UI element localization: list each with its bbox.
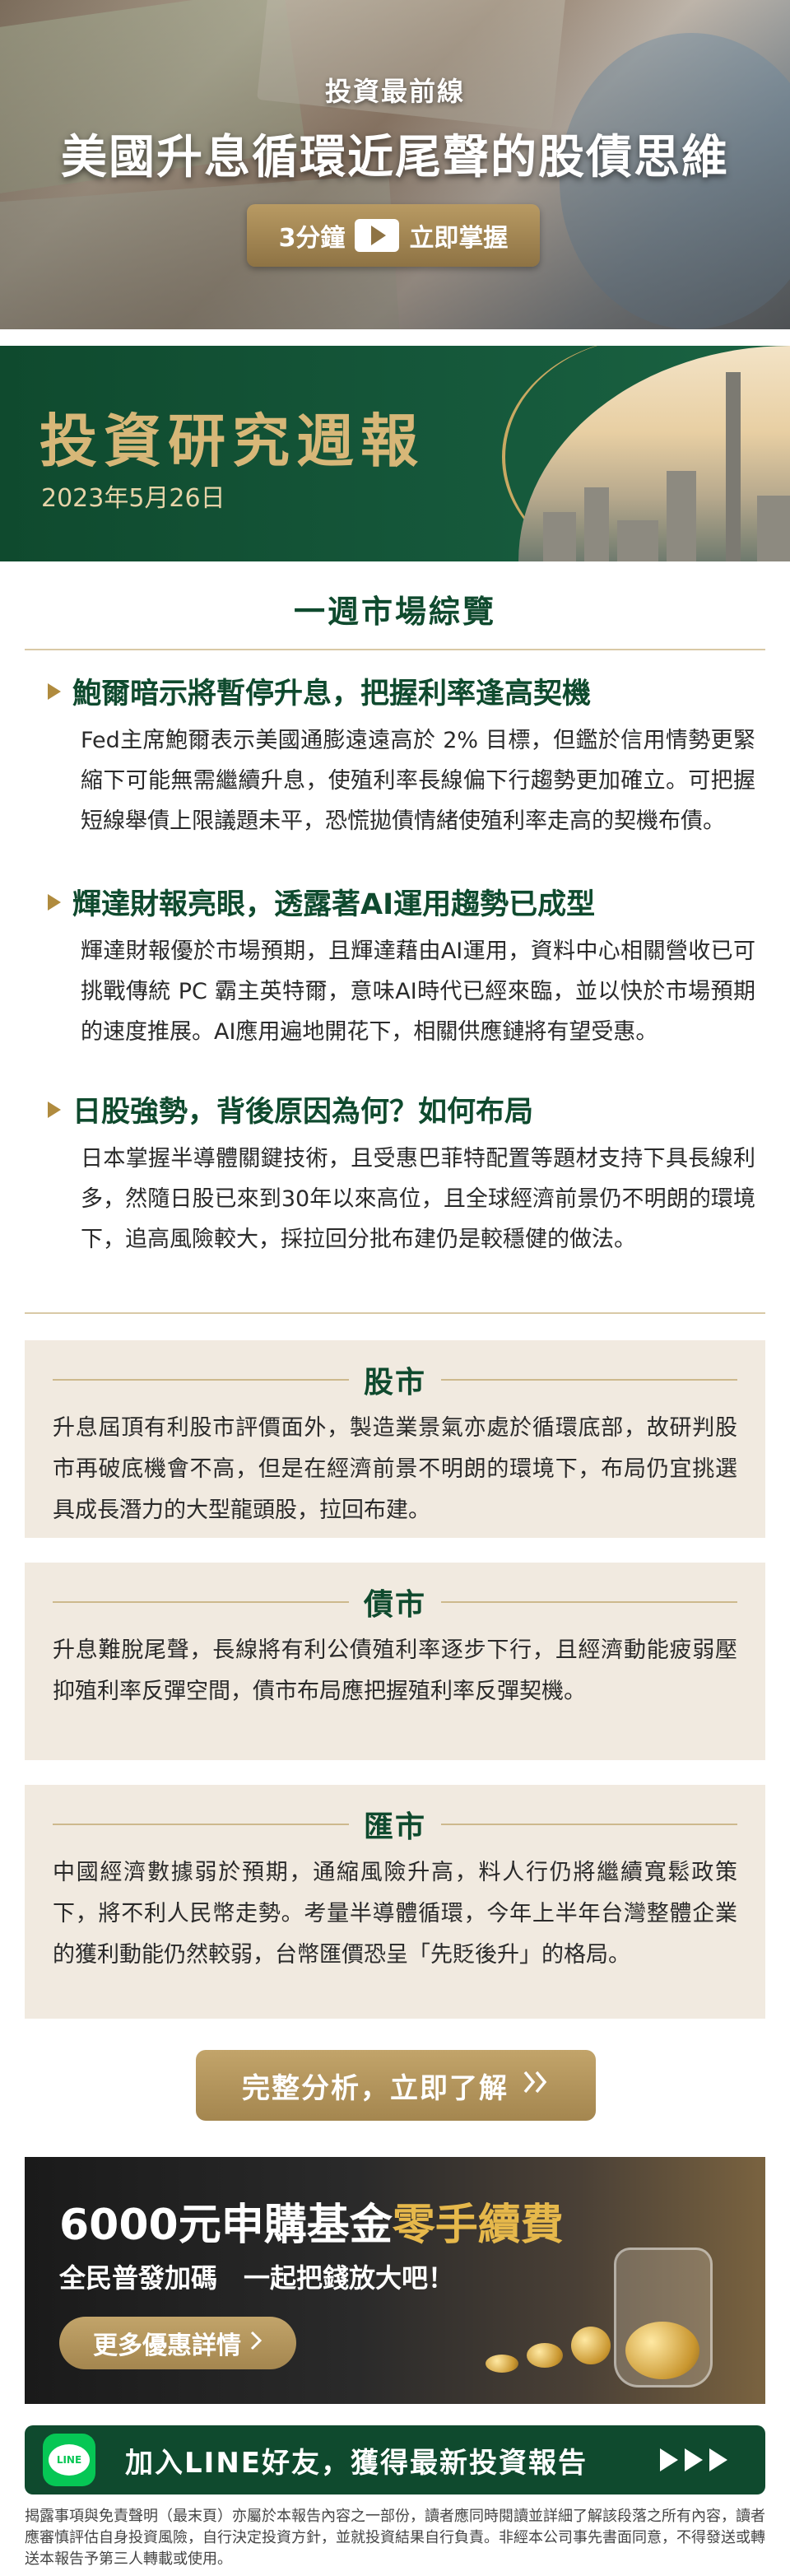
triple-arrow-icon bbox=[660, 2448, 727, 2471]
section-title: 債市 bbox=[364, 1588, 427, 1622]
more-offers-button[interactable]: 更多優惠詳情 bbox=[59, 2317, 296, 2369]
cta-prefix: 3分鐘 bbox=[278, 224, 346, 253]
topic-item: 輝達財報亮眼，透露著AI運用趨勢已成型 輝達財報優於市場預期，且輝達藉由AI運用… bbox=[48, 881, 755, 1052]
section-body: 升息屆頂有利股市評價面外，製造業景氣亦處於循環底部，故研判股市再破底機會不高，但… bbox=[53, 1415, 737, 1523]
stock-market-section: 股市 升息屆頂有利股市評價面外，製造業景氣亦處於循環底部，故研判股市再破底機會不… bbox=[25, 1340, 765, 1538]
watch-video-button[interactable]: 3分鐘 立即掌握 bbox=[247, 204, 540, 267]
line-add-friend-bar[interactable]: LINE 加入LINE好友，獲得最新投資報告 bbox=[25, 2425, 765, 2494]
double-chevron-right-icon bbox=[522, 2069, 550, 2102]
coin-stack-decoration bbox=[527, 2343, 563, 2368]
coin-stack-decoration bbox=[571, 2327, 611, 2364]
topic-item: 日股強勢，背後原因為何？如何布局 日本掌握半導體關鍵技術，且受惠巴菲特配置等題材… bbox=[48, 1088, 755, 1260]
divider bbox=[25, 649, 765, 650]
topic-heading: 鮑爾暗示將暫停升息，把握利率逢高契機 bbox=[48, 670, 755, 712]
divider bbox=[25, 1312, 765, 1314]
topic-body: 日本掌握半導體關鍵技術，且受惠巴菲特配置等題材支持下具長線利多，然隨日股已來到3… bbox=[81, 1146, 755, 1252]
bond-market-section: 債市 升息難脫尾聲，長線將有利公債殖利率逐步下行，且經濟動能疲弱壓抑殖利率反彈空… bbox=[25, 1563, 765, 1760]
section-title: 股市 bbox=[364, 1366, 427, 1400]
hero-banner: 投資最前線 美國升息循環近尾聲的股債思維 3分鐘 立即掌握 bbox=[0, 0, 790, 329]
fx-market-section: 匯市 中國經濟數據弱於預期，通縮風險升高，料人行仍將繼續寬鬆政策下，將不利人民幣… bbox=[25, 1785, 765, 2019]
full-analysis-button[interactable]: 完整分析，立即了解 bbox=[196, 2050, 596, 2121]
hero-kicker: 投資最前線 bbox=[0, 71, 790, 109]
weekly-title: 投資研究週報 bbox=[40, 408, 425, 475]
cta-suffix: 立即掌握 bbox=[409, 224, 509, 253]
topic-heading: 日股強勢，背後原因為何？如何布局 bbox=[48, 1088, 755, 1130]
weekly-report-banner: 投資研究週報 2023年5月26日 bbox=[0, 346, 790, 561]
promo-title: 6000元申購基金零手續費 bbox=[59, 2201, 564, 2250]
topic-heading: 輝達財報亮眼，透露著AI運用趨勢已成型 bbox=[48, 881, 755, 923]
triangle-bullet-icon bbox=[48, 893, 61, 911]
promo-subtitle: 全民普發加碼 一起把錢放大吧！ bbox=[59, 2262, 455, 2294]
play-icon bbox=[355, 219, 400, 252]
triangle-bullet-icon bbox=[48, 682, 61, 700]
hero-title: 美國升息循環近尾聲的股債思維 bbox=[61, 131, 729, 184]
topic-body: 輝達財報優於市場預期，且輝達藉由AI運用，資料中心相關營收已可挑戰傳統 PC 霸… bbox=[81, 939, 755, 1045]
line-logo-icon: LINE bbox=[43, 2434, 95, 2486]
weekly-date: 2023年5月26日 bbox=[41, 484, 225, 513]
chevron-right-icon bbox=[249, 2329, 263, 2358]
section-title: 匯市 bbox=[364, 1810, 427, 1844]
line-bar-text: 加入LINE好友，獲得最新投資報告 bbox=[125, 2446, 588, 2480]
disclaimer-text: 揭露事項與免責聲明（最末頁）亦屬於本報告內容之一部份，讀者應同時閱讀並詳細了解該… bbox=[25, 2508, 765, 2568]
triangle-bullet-icon bbox=[48, 1101, 61, 1118]
fee-promo-banner[interactable]: 6000元申購基金零手續費 全民普發加碼 一起把錢放大吧！ 更多優惠詳情 bbox=[25, 2157, 765, 2404]
section-body: 中國經濟數據弱於預期，通縮風險升高，料人行仍將繼續寬鬆政策下，將不利人民幣走勢。… bbox=[53, 1860, 737, 1968]
section-body: 升息難脫尾聲，長線將有利公債殖利率逐步下行，且經濟動能疲弱壓抑殖利率反彈空間，債… bbox=[53, 1637, 737, 1704]
overview-title: 一週市場綜覽 bbox=[293, 594, 496, 630]
coin-stack-decoration bbox=[486, 2355, 518, 2373]
topic-body: Fed主席鮑爾表示美國通膨遠遠高於 2% 目標，但鑑於信用情勢更緊縮下可能無需繼… bbox=[81, 728, 755, 834]
topic-item: 鮑爾暗示將暫停升息，把握利率逢高契機 Fed主席鮑爾表示美國通膨遠遠高於 2% … bbox=[48, 670, 755, 841]
coin-pile-decoration bbox=[625, 2322, 699, 2379]
